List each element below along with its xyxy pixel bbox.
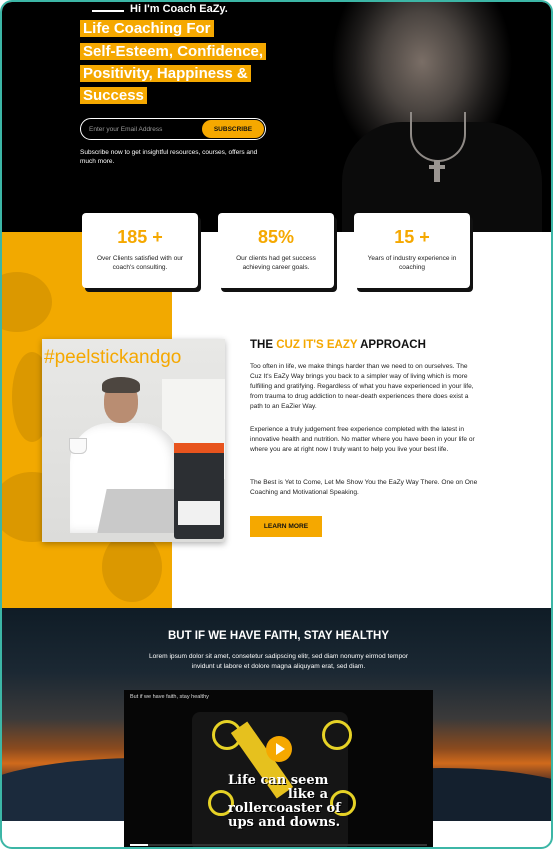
- greeting-line: [92, 10, 124, 12]
- headline-line-3: Positivity, Happiness &: [80, 65, 251, 82]
- video-line-3: rollercoaster of: [228, 801, 341, 816]
- video-progress-bar[interactable]: [130, 844, 427, 846]
- hero-section: Hi I'm Coach EaZy. Life Coaching For Sel…: [2, 2, 551, 232]
- product-pack: [174, 443, 224, 539]
- approach-title-highlight: CUZ IT'S EAZY: [276, 339, 358, 351]
- video-player[interactable]: But if we have faith, stay healthy Life …: [124, 690, 433, 847]
- approach-paragraph-2: Experience a truly judgement free experi…: [250, 426, 475, 453]
- stat-text: Years of industry experience in coaching: [367, 255, 457, 271]
- coach-portrait: [302, 2, 551, 232]
- email-field[interactable]: [89, 122, 199, 136]
- video-line-1: Life can seem: [228, 773, 329, 788]
- stat-text: Our clients had get success achieving ca…: [236, 255, 316, 271]
- subscribe-button[interactable]: SUBSCRIBE: [202, 120, 264, 138]
- coffee-cup: [70, 439, 86, 453]
- video-line-2: like a: [287, 787, 328, 802]
- subscribe-note: Subscribe now to get insightful resource…: [80, 149, 258, 165]
- approach-paragraph-1: Too often in life, we make things harder…: [250, 363, 474, 410]
- video-caption: But if we have faith, stay healthy: [130, 694, 209, 700]
- product-photo: #peelstickandgo: [42, 339, 225, 542]
- stat-card-experience: 15 + Years of industry experience in coa…: [354, 213, 470, 288]
- stat-value: 85%: [257, 227, 295, 247]
- stat-value: 185 +: [117, 227, 163, 247]
- page-frame: Hi I'm Coach EaZy. Life Coaching For Sel…: [0, 0, 553, 849]
- stat-card-success: 85% Our clients had get success achievin…: [218, 213, 334, 288]
- faith-text: Lorem ipsum dolor sit amet, consetetur s…: [148, 653, 409, 670]
- video-progress-fill: [130, 844, 148, 846]
- faith-title: BUT IF WE HAVE FAITH, STAY HEALTHY: [167, 630, 390, 642]
- approach-paragraph-3: The Best is Yet to Come, Let Me Show You…: [250, 479, 478, 496]
- video-line-4: ups and downs.: [228, 815, 341, 830]
- learn-more-button[interactable]: LEARN MORE: [250, 516, 322, 537]
- stat-card-clients: 185 + Over Clients satisfied with our co…: [82, 213, 198, 288]
- play-icon[interactable]: [266, 736, 292, 762]
- stat-value: 15 +: [394, 227, 430, 247]
- headline-line-1: Life Coaching For: [80, 20, 214, 37]
- subscribe-form: SUBSCRIBE: [80, 118, 266, 140]
- approach-title: THE CUZ IT'S EAZY APPROACH: [250, 339, 426, 351]
- headline-line-2: Self-Esteem, Confidence,: [80, 43, 267, 60]
- greeting: Hi I'm Coach EaZy.: [130, 3, 228, 15]
- photo-hashtag: #peelstickandgo: [44, 347, 182, 368]
- headline-line-4: Success: [80, 87, 147, 104]
- stat-text: Over Clients satisfied with our coach's …: [97, 255, 183, 271]
